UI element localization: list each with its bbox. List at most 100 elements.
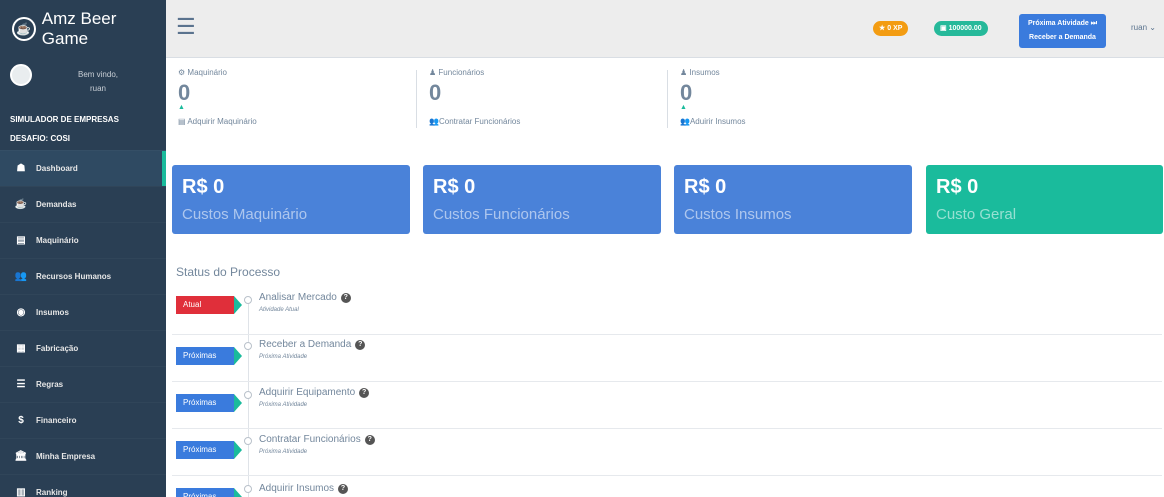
next-activity-name: Receber a Demanda [1029, 34, 1096, 41]
cost-label: Custo Geral [936, 206, 1017, 223]
sidebar-item-label: Demandas [36, 200, 77, 209]
step-forward-icon: ⏭ [1090, 20, 1098, 27]
user-menu[interactable]: ruan ⌄ [1131, 23, 1156, 32]
app-title: Amz Beer Game [41, 9, 117, 48]
xp-value: 0 XP [887, 25, 903, 32]
users-icon: 👥 [429, 117, 439, 126]
cost-value: R$ 0 [433, 176, 476, 198]
money-value: 100000.00 [948, 25, 982, 32]
process-step: Próximas Adquirir Equipamento? Próxima A… [172, 382, 1162, 429]
sidebar-item-dashboard[interactable]: ☗ Dashboard [0, 150, 166, 186]
sidebar-item-fabricacao[interactable]: ▦ Fabricação [0, 330, 166, 366]
welcome-label: Bem vindo, [77, 70, 119, 79]
step-badge: Atual [176, 296, 242, 314]
divider [416, 70, 417, 128]
process-step: Atual Analisar Mercado? Atividade Atual [172, 288, 1162, 335]
sidebar: ☕ Amz Beer Game Bem vindo, ruan SIMULADO… [0, 0, 166, 497]
user-icon: ♟ [680, 68, 688, 77]
chevron-down-icon: ⌄ [1149, 23, 1156, 32]
help-icon[interactable]: ? [355, 340, 366, 350]
machine-icon: ▤ [16, 235, 26, 246]
simulator-label: SIMULADOR DE EMPRESAS [10, 115, 119, 124]
caret-up-icon: ▲ [680, 104, 687, 111]
sidebar-item-label: Maquinário [36, 236, 79, 245]
next-activity-button[interactable]: Próxima Atividade ⏭ Receber a Demanda [1019, 14, 1106, 48]
step-badge: Próximas [176, 347, 242, 365]
sidebar-item-ranking[interactable]: ▥ Ranking [0, 474, 166, 497]
chart-icon: ▥ [16, 487, 26, 497]
sidebar-item-demandas[interactable]: ☕ Demandas [0, 186, 166, 222]
divider [667, 70, 668, 128]
counter-label: ♟ Funcionários [429, 68, 485, 77]
timeline-dot [244, 391, 252, 399]
sidebar-item-label: Minha Empresa [36, 452, 96, 461]
help-icon[interactable]: ? [359, 388, 370, 398]
sidebar-item-regras[interactable]: ☰ Regras [0, 366, 166, 402]
counter-label: ♟ Insumos [680, 68, 720, 77]
cost-label: Custos Funcionários [433, 206, 570, 223]
machine-icon: ▤ [178, 117, 186, 126]
money-badge: ▣ 100000.00 [934, 21, 988, 36]
counter-maquinario: ⚙ Maquinário 0 ▲ ▤ Adquirir Maquinário [178, 68, 257, 126]
welcome-text: Bem vindo, ruan [40, 64, 156, 96]
sidebar-nav: ☗ Dashboard ☕ Demandas ▤ Maquinário 👥 Re… [0, 150, 166, 497]
brand[interactable]: ☕ Amz Beer Game [0, 0, 166, 58]
process-step: Próximas Receber a Demanda? Próxima Ativ… [172, 335, 1162, 382]
counter-insumos: ♟ Insumos 0 ▲ 👥Aduirir Insumos [680, 68, 746, 126]
sidebar-item-label: Regras [36, 380, 64, 389]
avatar[interactable] [10, 64, 32, 86]
step-title: Adquirir Insumos? [259, 483, 349, 494]
profile: Bem vindo, ruan [0, 58, 166, 110]
circle-icon: ◉ [16, 307, 26, 318]
sidebar-item-label: Ranking [36, 488, 68, 497]
help-icon[interactable]: ? [338, 484, 349, 494]
user-name: ruan [1131, 23, 1148, 32]
cost-card-insumos: R$ 0 Custos Insumos [674, 165, 912, 234]
step-badge: Próximas [176, 488, 242, 497]
counter-label: ⚙ Maquinário [178, 68, 227, 77]
cost-card-maquinario: R$ 0 Custos Maquinário [172, 165, 410, 234]
dollar-icon: $ [18, 415, 24, 426]
welcome-username: ruan [89, 84, 106, 93]
step-subtitle: Próxima Atividade [259, 402, 308, 408]
timeline-dot [244, 342, 252, 350]
cost-value: R$ 0 [936, 176, 979, 198]
users-icon: 👥 [14, 271, 28, 282]
caret-up-icon: ▲ [429, 104, 520, 112]
process-step: Próximas Contratar Funcionários? Próxima… [172, 429, 1162, 476]
process-title: Status do Processo [176, 265, 281, 279]
counter-value: 0 [680, 80, 693, 105]
acquire-machinery-link[interactable]: ▤ Adquirir Maquinário [178, 117, 257, 126]
database-icon: ☰ [16, 379, 26, 390]
cost-card-geral: R$ 0 Custo Geral [926, 165, 1163, 234]
sidebar-item-maquinario[interactable]: ▤ Maquinário [0, 222, 166, 258]
acquire-supplies-link[interactable]: 👥Aduirir Insumos [680, 117, 746, 126]
step-subtitle: Próxima Atividade [259, 354, 308, 360]
sidebar-item-label: Financeiro [36, 416, 77, 425]
cost-label: Custos Maquinário [182, 206, 308, 223]
user-icon: ♟ [429, 68, 437, 77]
sidebar-item-label: Fabricação [36, 344, 79, 353]
sidebar-item-label: Dashboard [36, 164, 78, 173]
help-icon[interactable]: ? [364, 435, 375, 445]
users-icon: 👥 [680, 117, 690, 126]
step-title: Receber a Demanda? [259, 339, 366, 350]
timeline-dot [244, 485, 252, 493]
hire-employees-link[interactable]: 👥Contratar Funcionários [429, 117, 520, 126]
counter-funcionarios: ♟ Funcionários 0 ▲ 👥Contratar Funcionári… [429, 68, 520, 126]
step-subtitle: Atividade Atual [259, 307, 299, 313]
sidebar-item-financeiro[interactable]: $ Financeiro [0, 402, 166, 438]
step-title: Contratar Funcionários? [259, 434, 375, 445]
cost-card-funcionarios: R$ 0 Custos Funcionários [423, 165, 661, 234]
sidebar-item-recursos-humanos[interactable]: 👥 Recursos Humanos [0, 258, 166, 294]
beer-icon: ☕ [14, 199, 28, 210]
gear-icon: ⚙ [178, 68, 186, 77]
caret-up-icon: ▲ [178, 104, 185, 111]
beer-icon: ☕ [12, 17, 36, 41]
sidebar-item-insumos[interactable]: ◉ Insumos [0, 294, 166, 330]
sidebar-item-minha-empresa[interactable]: 🏛 Minha Empresa [0, 438, 166, 474]
help-icon[interactable]: ? [340, 293, 351, 303]
menu-toggle-icon[interactable]: ☰ [176, 16, 196, 38]
step-title: Adquirir Equipamento? [259, 387, 370, 398]
sidebar-item-label: Recursos Humanos [36, 272, 112, 281]
